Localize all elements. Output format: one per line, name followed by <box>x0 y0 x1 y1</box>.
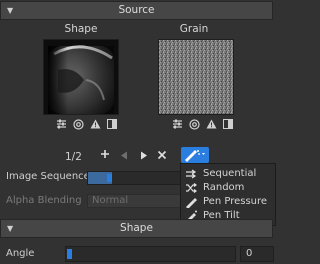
triangle-left-icon <box>121 151 127 160</box>
sliders-icon[interactable] <box>172 119 183 129</box>
plus-icon <box>101 150 109 158</box>
angle-slider[interactable] <box>65 246 236 262</box>
book-icon[interactable] <box>107 119 117 129</box>
book-icon[interactable] <box>223 119 233 129</box>
source-section-header[interactable]: ▼ Source <box>0 1 273 20</box>
chevron-down-icon <box>202 153 205 155</box>
menu-item-label: Pen Pressure <box>203 196 268 207</box>
menu-item-pen-pressure[interactable]: Pen Pressure <box>185 195 267 208</box>
image-sequence-slider-handle[interactable] <box>107 174 112 182</box>
arrows-right-icon <box>185 168 197 180</box>
grain-image-preview <box>159 40 233 114</box>
menu-item-label: Random <box>203 182 245 193</box>
angle-value-field[interactable]: 0 <box>240 246 274 262</box>
menu-item-label: Sequential <box>203 168 257 179</box>
next-image-button[interactable] <box>140 151 148 163</box>
source-section-title: Source <box>118 4 155 16</box>
shape-image-icon-row <box>56 118 117 130</box>
menu-item-sequential[interactable]: Sequential <box>185 167 256 180</box>
collapse-triangle-icon: ▼ <box>7 6 14 15</box>
angle-value: 0 <box>246 248 253 259</box>
at-icon[interactable] <box>73 118 84 130</box>
image-sequence-label: Image Sequence <box>6 171 90 182</box>
pen-icon <box>185 150 205 162</box>
shuffle-icon <box>185 182 197 194</box>
shape-image-preview <box>44 40 118 114</box>
shape-section-header[interactable]: ▼ Shape <box>0 219 273 238</box>
grain-image-label: Grain <box>179 23 209 35</box>
pen-icon <box>185 196 197 208</box>
alpha-blending-select[interactable]: Normal <box>87 194 183 208</box>
add-image-button[interactable] <box>100 149 110 161</box>
menu-item-random[interactable]: Random <box>185 181 244 194</box>
sequence-mode-dropdown[interactable] <box>181 147 209 163</box>
collapse-triangle-icon: ▼ <box>7 224 14 233</box>
warning-icon[interactable] <box>206 119 217 129</box>
warning-icon[interactable] <box>90 119 101 129</box>
alpha-blending-value: Normal <box>92 195 129 206</box>
grain-image-thumbnail[interactable] <box>158 39 234 115</box>
remove-image-button[interactable] <box>157 150 167 163</box>
image-sequence-slider[interactable] <box>87 171 183 185</box>
sliders-icon[interactable] <box>56 119 67 129</box>
angle-slider-handle[interactable] <box>67 249 72 259</box>
sequence-counter: 1/2 <box>65 151 82 163</box>
shape-image-thumbnail[interactable] <box>43 39 119 115</box>
shape-image-label: Shape <box>64 23 98 35</box>
grain-image-icon-row <box>172 118 233 130</box>
angle-label: Angle <box>6 248 35 259</box>
close-icon <box>157 150 167 160</box>
alpha-blending-label: Alpha Blending <box>6 195 82 206</box>
previous-image-button[interactable] <box>120 151 128 163</box>
triangle-right-icon <box>141 151 147 160</box>
sequence-mode-menu: Sequential Random Pen Pressure Pen Tilt <box>180 163 276 226</box>
at-icon[interactable] <box>189 118 200 130</box>
shape-section-title: Shape <box>120 222 153 234</box>
